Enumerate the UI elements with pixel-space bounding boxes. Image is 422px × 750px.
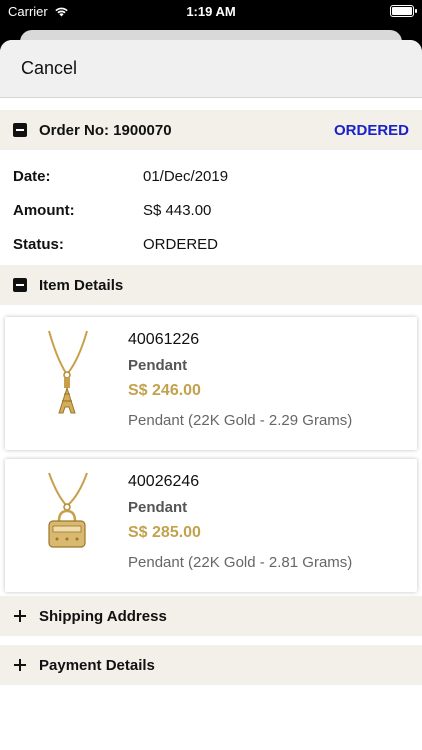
- info-row-status: Status: ORDERED: [0, 227, 422, 261]
- info-row-amount: Amount: S$ 443.00: [0, 193, 422, 227]
- nav-bar: Cancel: [0, 40, 422, 98]
- item-type: Pendant: [128, 499, 188, 516]
- item-price: S$ 246.00: [128, 382, 201, 399]
- item-info: 40026246 Pendant S$ 285.00 Pendant (22K …: [128, 473, 352, 571]
- shipping-address-header[interactable]: Shipping Address: [0, 596, 422, 636]
- status-badge: ORDERED: [333, 121, 409, 139]
- item-info: 40061226 Pendant S$ 246.00 Pendant (22K …: [128, 331, 352, 429]
- item-details-header[interactable]: Item Details: [0, 265, 422, 305]
- item-card[interactable]: 40026246 Pendant S$ 285.00 Pendant (22K …: [5, 459, 417, 592]
- date-label: Date:: [13, 167, 51, 185]
- amount-label: Amount:: [13, 201, 75, 219]
- cancel-button[interactable]: Cancel: [21, 58, 77, 79]
- info-row-date: Date: 01/Dec/2019: [0, 159, 422, 193]
- item-card[interactable]: 40061226 Pendant S$ 246.00 Pendant (22K …: [5, 317, 417, 450]
- item-description: Pendant (22K Gold - 2.29 Grams): [128, 412, 353, 429]
- plus-icon[interactable]: [13, 658, 27, 672]
- plus-icon[interactable]: [13, 609, 27, 623]
- pendant-image: [48, 472, 88, 548]
- status-label: Status:: [13, 235, 64, 253]
- date-value: 01/Dec/2019: [143, 167, 229, 185]
- status-bar: Carrier 1:19 AM: [0, 0, 422, 24]
- status-time: 1:19 AM: [186, 4, 236, 19]
- item-description: Pendant (22K Gold - 2.81 Grams): [128, 554, 353, 571]
- minus-square-icon[interactable]: [13, 123, 27, 137]
- order-section-header[interactable]: Order No: 1900070 ORDERED: [0, 110, 422, 150]
- battery-icon: [390, 5, 417, 17]
- minus-square-icon[interactable]: [13, 278, 27, 292]
- order-detail-sheet: Cancel Order No: 1900070 ORDERED Date: 0…: [0, 40, 422, 750]
- payment-details-header[interactable]: Payment Details: [0, 645, 422, 685]
- amount-value: S$ 443.00: [143, 201, 212, 219]
- pendant-image: [48, 330, 88, 414]
- item-code: 40061226: [128, 331, 200, 348]
- status-value: ORDERED: [143, 235, 219, 253]
- item-code: 40026246: [128, 473, 200, 490]
- item-type: Pendant: [128, 357, 188, 374]
- order-number: Order No: 1900070: [39, 121, 172, 139]
- shipping-address-title: Shipping Address: [39, 607, 167, 625]
- payment-details-title: Payment Details: [39, 656, 155, 674]
- item-price: S$ 285.00: [128, 524, 201, 541]
- item-details-title: Item Details: [39, 276, 124, 294]
